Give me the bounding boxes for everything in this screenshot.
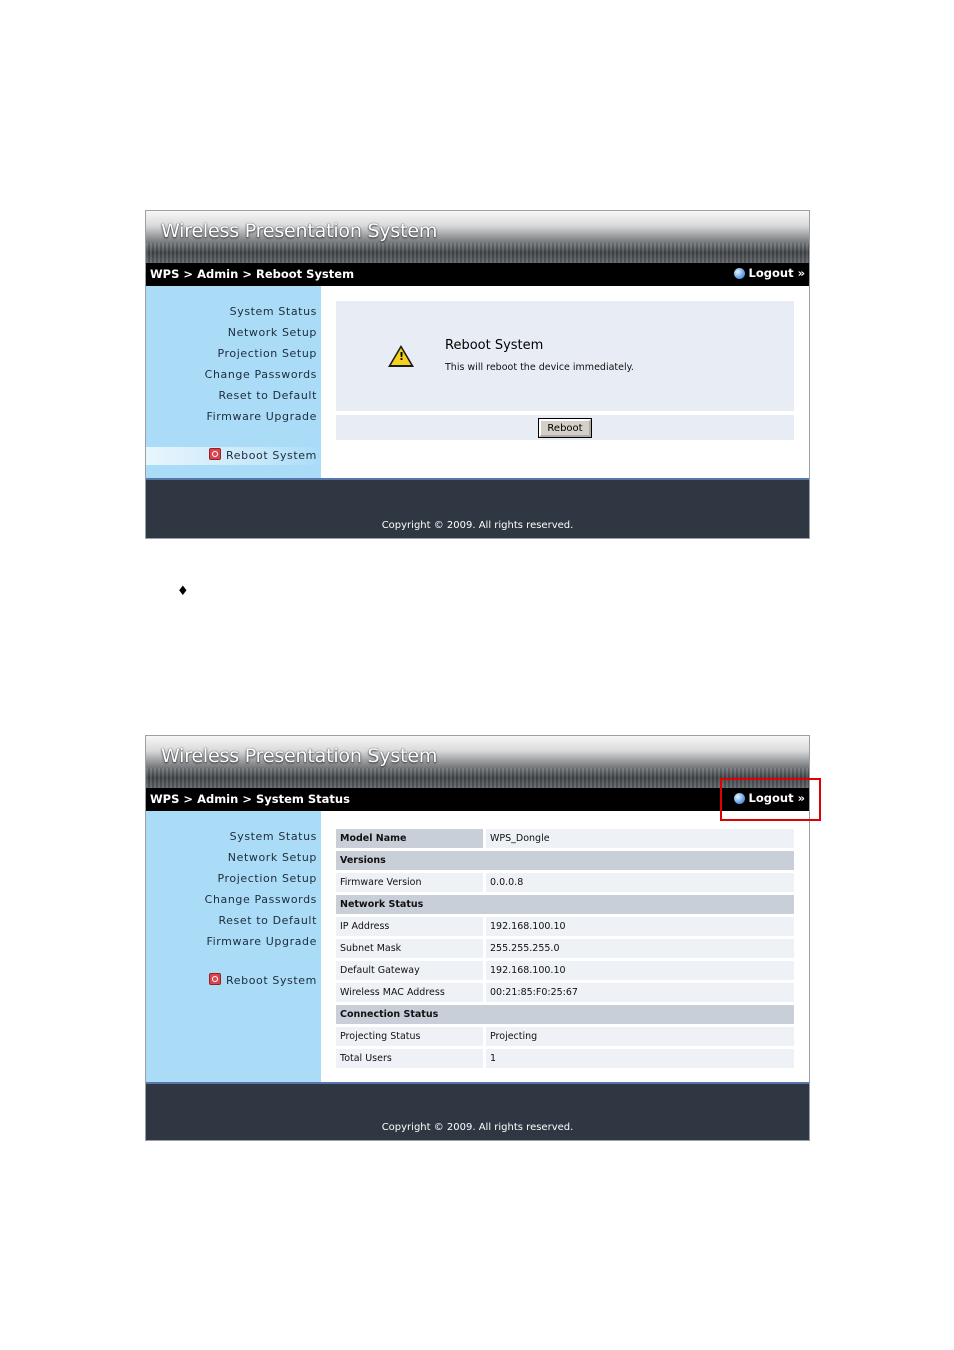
sidebar-item-reboot-system[interactable]: Reboot System [146,447,321,465]
globe-icon [733,267,745,279]
sidebar-item-system-status[interactable]: System Status [205,301,317,322]
sidebar-item-change-passwords[interactable]: Change Passwords [205,889,317,910]
row-label: Wireless MAC Address [336,983,486,1002]
app-banner: Wireless Presentation System [146,736,809,788]
warning-icon: ! [388,345,414,367]
sidebar-item-projection-setup[interactable]: Projection Setup [205,868,317,889]
sidebar-item-change-passwords[interactable]: Change Passwords [205,364,317,385]
breadcrumb-separator: > [238,267,256,281]
copyright-text: Copyright © 2009. All rights reserved. [381,520,574,531]
breadcrumb-wps[interactable]: WPS [150,792,179,806]
table-section-header: Connection Status [336,1005,794,1024]
row-label: Default Gateway [336,961,486,980]
breadcrumb-bar: WPS > Admin > System Status Logout » [146,788,809,811]
sidebar-item-label: Reboot System [226,974,317,987]
row-value: 1 [486,1049,794,1068]
breadcrumb-wps[interactable]: WPS [150,267,179,281]
power-icon [209,973,221,985]
logout-link[interactable]: Logout » [733,266,805,280]
bullet-point: ♦ [177,584,189,599]
row-value: 00:21:85:F0:25:67 [486,983,794,1002]
banner-texture [146,768,809,788]
row-value: WPS_Dongle [486,829,794,848]
sidebar-menu: System Status Network Setup Projection S… [205,301,317,427]
app-banner: Wireless Presentation System [146,211,809,263]
banner-texture [146,243,809,263]
row-value: 0.0.0.8 [486,873,794,892]
row-label: Subnet Mask [336,939,486,958]
sidebar-item-network-setup[interactable]: Network Setup [205,847,317,868]
app-title: Wireless Presentation System [161,220,438,242]
sidebar-menu: System Status Network Setup Projection S… [205,826,317,952]
breadcrumb-admin[interactable]: Admin [197,792,238,806]
reboot-panel: ! Reboot System This will reboot the dev… [336,301,794,411]
table-row: Projecting Status Projecting [336,1027,794,1046]
section-label: Network Status [336,895,794,914]
screenshot-reboot-system: Wireless Presentation System WPS > Admin… [145,210,810,539]
row-label: Model Name [336,829,486,848]
breadcrumb-bar: WPS > Admin > Reboot System Logout » [146,263,809,286]
sidebar: System Status Network Setup Projection S… [146,811,321,1082]
row-value: Projecting [486,1027,794,1046]
footer: Copyright © 2009. All rights reserved. [146,478,809,538]
sidebar-item-reset-to-default[interactable]: Reset to Default [205,910,317,931]
row-label: Firmware Version [336,873,486,892]
sidebar-item-reboot-system[interactable]: Reboot System [146,972,321,990]
table-row: Subnet Mask 255.255.255.0 [336,939,794,958]
table-row: Default Gateway 192.168.100.10 [336,961,794,980]
table-row: Firmware Version 0.0.0.8 [336,873,794,892]
power-icon [209,448,221,460]
table-row: IP Address 192.168.100.10 [336,917,794,936]
sidebar-item-firmware-upgrade[interactable]: Firmware Upgrade [205,931,317,952]
row-label: Projecting Status [336,1027,486,1046]
main-content: ! Reboot System This will reboot the dev… [321,286,809,478]
sidebar-item-system-status[interactable]: System Status [205,826,317,847]
button-row: Reboot [336,415,794,440]
sidebar-item-network-setup[interactable]: Network Setup [205,322,317,343]
panel-title: Reboot System [445,338,544,353]
sidebar: System Status Network Setup Projection S… [146,286,321,478]
sidebar-item-reset-to-default[interactable]: Reset to Default [205,385,317,406]
screenshot-system-status: Wireless Presentation System WPS > Admin… [145,735,810,1141]
breadcrumb-admin[interactable]: Admin [197,267,238,281]
sidebar-item-firmware-upgrade[interactable]: Firmware Upgrade [205,406,317,427]
reboot-button[interactable]: Reboot [539,419,591,437]
main-content: Model Name WPS_Dongle Versions Firmware Ver… [321,811,809,1082]
app-title: Wireless Presentation System [161,745,438,767]
table-section-header: Network Status [336,895,794,914]
copyright-text: Copyright © 2009. All rights reserved. [381,1122,574,1133]
sidebar-item-projection-setup[interactable]: Projection Setup [205,343,317,364]
breadcrumb-separator: > [238,792,256,806]
section-label: Connection Status [336,1005,794,1024]
breadcrumb-separator: > [179,267,198,281]
breadcrumb-current: System Status [255,792,350,806]
breadcrumb: WPS > Admin > System Status [150,792,350,806]
breadcrumb-current: Reboot System [255,267,355,281]
system-status-table: Model Name WPS_Dongle Versions Firmware Ver… [336,826,794,1071]
row-label: Total Users [336,1049,486,1068]
section-label: Versions [336,851,794,870]
sidebar-item-label: Reboot System [226,449,317,462]
logout-label: Logout » [748,266,805,280]
breadcrumb: WPS > Admin > Reboot System [150,267,354,281]
row-value: 192.168.100.10 [486,961,794,980]
table-row: Model Name WPS_Dongle [336,829,794,848]
row-label: IP Address [336,917,486,936]
logout-highlight-box [720,778,821,821]
breadcrumb-separator: > [179,792,198,806]
row-value: 192.168.100.10 [486,917,794,936]
row-value: 255.255.255.0 [486,939,794,958]
table-row: Total Users 1 [336,1049,794,1068]
table-section-header: Versions [336,851,794,870]
panel-description: This will reboot the device immediately. [445,362,634,373]
footer: Copyright © 2009. All rights reserved. [146,1082,809,1140]
table-row: Wireless MAC Address 00:21:85:F0:25:67 [336,983,794,1002]
